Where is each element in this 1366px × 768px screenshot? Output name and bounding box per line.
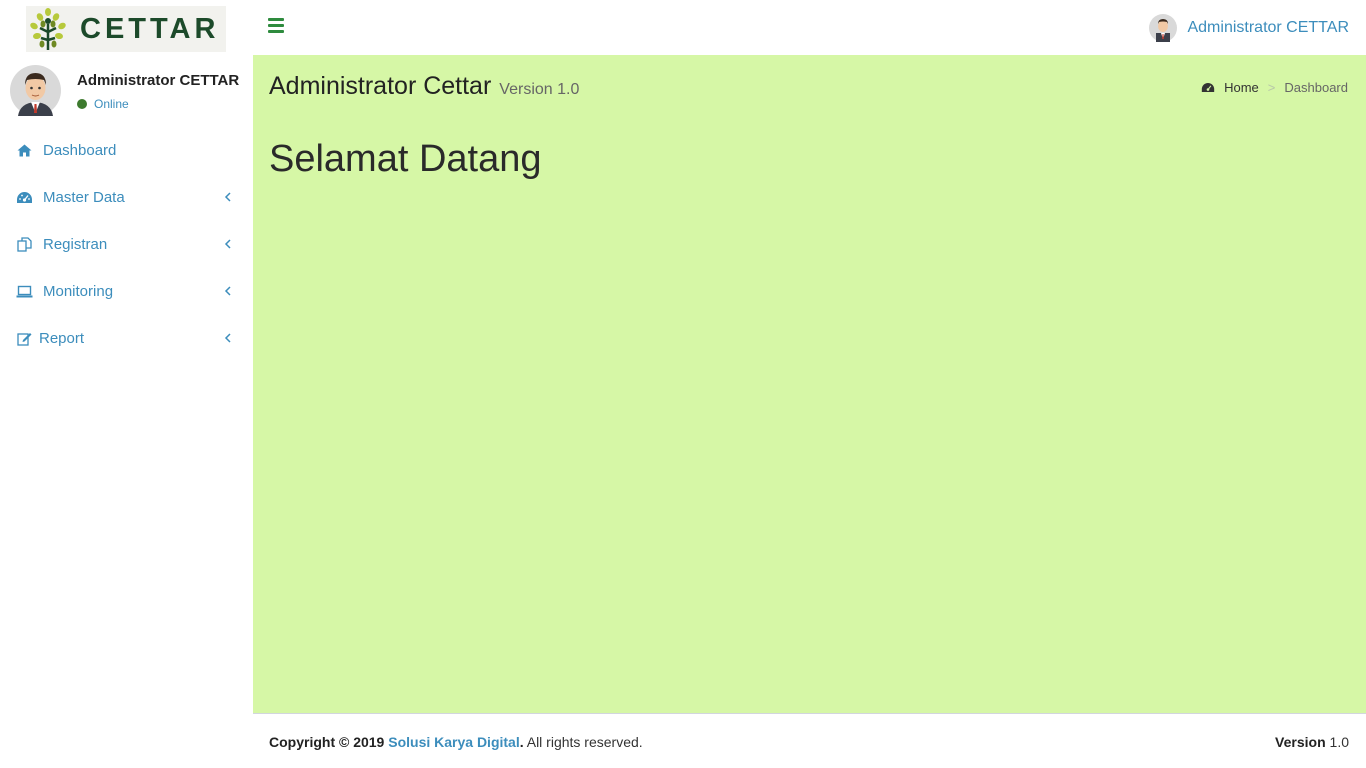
page-subtitle: Version 1.0 — [499, 81, 580, 98]
dashboard-gauge-icon — [1201, 82, 1215, 93]
dashboard-gauge-icon — [16, 189, 33, 206]
user-menu-name: Administrator CETTAR — [1187, 19, 1349, 36]
sidebar-menu: Dashboard Master Data Registran Monitori… — [0, 127, 253, 362]
logo-text: CETTAR — [80, 12, 220, 45]
home-icon — [16, 142, 33, 159]
sidebar-item-label: Report — [39, 330, 85, 347]
sidebar-toggle-button[interactable] — [268, 18, 284, 36]
breadcrumb-separator: > — [1267, 80, 1276, 95]
sidebar-item-label: Monitoring — [43, 283, 114, 300]
copyright-prefix: Copyright © 2019 — [269, 734, 385, 750]
rights-suffix: All rights reserved. — [523, 734, 643, 750]
online-dot-icon — [77, 99, 87, 109]
sidebar-item-report[interactable]: Report — [0, 315, 253, 362]
sidebar-item-dashboard[interactable]: Dashboard — [0, 127, 253, 174]
sidebar-item-label: Master Data — [43, 189, 125, 206]
copy-icon — [16, 236, 33, 253]
chevron-left-icon — [224, 192, 231, 202]
breadcrumb-home-label: Home — [1224, 80, 1259, 95]
company-link[interactable]: Solusi Karya Digital — [388, 734, 519, 750]
sidebar-item-label: Dashboard — [43, 142, 117, 159]
tree-logo-icon — [30, 8, 66, 50]
status-text: Online — [94, 97, 129, 111]
top-navbar: CETTAR Administrator CETTAR — [0, 0, 1366, 55]
page-title-text: Administrator Cettar — [269, 72, 492, 100]
footer-version: Version 1.0 — [1275, 734, 1349, 750]
avatar-icon — [1149, 14, 1178, 42]
content-wrapper: Administrator Cettar Version 1.0 Home > D… — [253, 55, 1366, 713]
sidebar-user-name: Administrator CETTAR — [77, 72, 240, 89]
edit-icon — [16, 330, 33, 347]
sidebar-item-master-data[interactable]: Master Data — [0, 174, 253, 221]
breadcrumb: Home > Dashboard — [1201, 80, 1348, 95]
footer-copyright: Copyright © 2019 Solusi Karya Digital. A… — [269, 734, 643, 750]
laptop-icon — [16, 283, 33, 300]
sidebar-item-label: Registran — [43, 236, 108, 253]
welcome-heading: Selamat Datang — [269, 138, 542, 180]
page-title: Administrator Cettar Version 1.0 — [269, 72, 579, 101]
sidebar: Administrator CETTAR Online Dashboard Ma… — [0, 55, 253, 768]
user-menu-dropdown[interactable]: Administrator CETTAR — [1149, 13, 1349, 43]
footer: Copyright © 2019 Solusi Karya Digital. A… — [253, 713, 1366, 768]
status-badge: Online — [77, 97, 129, 111]
breadcrumb-current: Dashboard — [1284, 80, 1348, 95]
version-label: Version — [1275, 734, 1326, 750]
sidebar-item-registran[interactable]: Registran — [0, 221, 253, 268]
chevron-left-icon — [224, 333, 231, 343]
breadcrumb-home-link[interactable]: Home — [1201, 80, 1259, 95]
version-value: 1.0 — [1329, 734, 1349, 750]
avatar — [10, 65, 61, 116]
chevron-left-icon — [224, 239, 231, 249]
user-panel: Administrator CETTAR Online — [10, 65, 250, 119]
menu-bars-icon — [268, 18, 284, 21]
cettar-logo[interactable]: CETTAR — [26, 6, 226, 52]
sidebar-item-monitoring[interactable]: Monitoring — [0, 268, 253, 315]
chevron-left-icon — [224, 286, 231, 296]
